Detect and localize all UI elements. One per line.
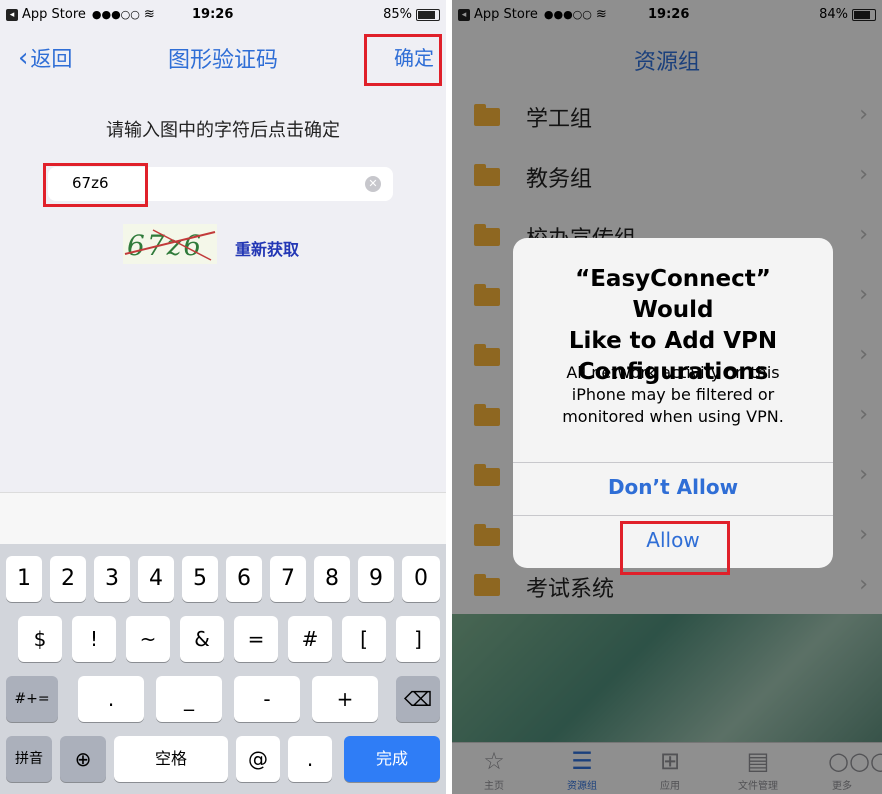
key-exclamation[interactable]: ! [72,616,116,662]
captcha-prompt: 请输入图中的字符后点击确定 [106,120,340,141]
alert-separator [513,462,833,463]
back-to-app-store[interactable]: ◂ App Store ●●●○○ ≋ [6,7,155,22]
battery-icon [416,8,440,21]
status-bar: ◂ App Store ●●●○○ ≋ 19:26 85% [0,0,446,28]
battery-percent: 85% [383,7,412,22]
key-underscore[interactable]: _ [156,676,222,722]
battery-status: 85% [383,7,440,22]
key-hash[interactable]: # [288,616,332,662]
alert-separator [513,515,833,516]
clear-icon[interactable]: ✕ [365,176,381,192]
highlight-box-input [43,163,148,207]
key-pinyin[interactable]: 拼音 [6,736,52,782]
key-equals[interactable]: = [234,616,278,662]
key-tilde[interactable]: ~ [126,616,170,662]
key-at[interactable]: @ [236,736,280,782]
key-done[interactable]: 完成 [344,736,440,782]
key-backspace[interactable]: ⌫ [396,676,440,722]
back-arrow-icon: ◂ [6,8,18,21]
alert-message: All network activity on this iPhone may … [535,362,811,428]
refresh-captcha-link[interactable]: 重新获取 [235,236,299,260]
resource-group-screen: ◂ App Store ●●●○○ ≋ 19:26 84% 资源组 学工组 › … [452,0,882,794]
key-2[interactable]: 2 [50,556,86,602]
keyboard-accessory-bar [0,492,446,545]
alert-message-line: All network activity on this [566,363,780,382]
key-8[interactable]: 8 [314,556,350,602]
key-0[interactable]: 0 [402,556,440,602]
key-globe[interactable]: ⊕ [60,736,106,782]
status-time: 19:26 [192,7,234,22]
key-period[interactable]: . [78,676,144,722]
delete-icon: ⌫ [403,687,433,711]
captcha-screen: ◂ App Store ●●●○○ ≋ 19:26 85% ‹ 返回 图形验证码… [0,0,446,794]
key-7[interactable]: 7 [270,556,306,602]
alert-message-line: monitored when using VPN. [562,407,784,426]
alert-message-line: iPhone may be filtered or [571,385,775,404]
captcha-image[interactable]: 67z6 [123,224,217,264]
status-app-label: App Store [22,7,86,22]
key-left-bracket[interactable]: [ [342,616,386,662]
alert-title-line: “EasyConnect” Would [575,266,771,323]
highlight-box-confirm [364,34,442,86]
alert-title-line: Like to Add VPN [568,328,778,354]
globe-icon: ⊕ [74,747,92,771]
key-ampersand[interactable]: & [180,616,224,662]
key-space[interactable]: 空格 [114,736,228,782]
dont-allow-button[interactable]: Don’t Allow [513,475,833,499]
key-plus[interactable]: + [312,676,378,722]
key-hyphen[interactable]: - [234,676,300,722]
key-right-bracket[interactable]: ] [396,616,440,662]
key-1[interactable]: 1 [6,556,42,602]
key-3[interactable]: 3 [94,556,130,602]
key-4[interactable]: 4 [138,556,174,602]
signal-strength-icon: ●●●○○ [91,8,140,21]
highlight-box-allow [620,521,730,575]
wifi-icon: ≋ [143,7,155,22]
key-9[interactable]: 9 [358,556,394,602]
key-5[interactable]: 5 [182,556,218,602]
key-6[interactable]: 6 [226,556,262,602]
vpn-permission-alert: “EasyConnect” Would Like to Add VPN Conf… [513,238,833,568]
keyboard: 1 2 3 4 5 6 7 8 9 0 $ ! ~ & = # [ ] #+= … [0,544,446,794]
captcha-text: 67z6 [127,229,203,262]
key-dot[interactable]: . [288,736,332,782]
key-more-symbols[interactable]: #+= [6,676,58,722]
key-dollar[interactable]: $ [18,616,62,662]
